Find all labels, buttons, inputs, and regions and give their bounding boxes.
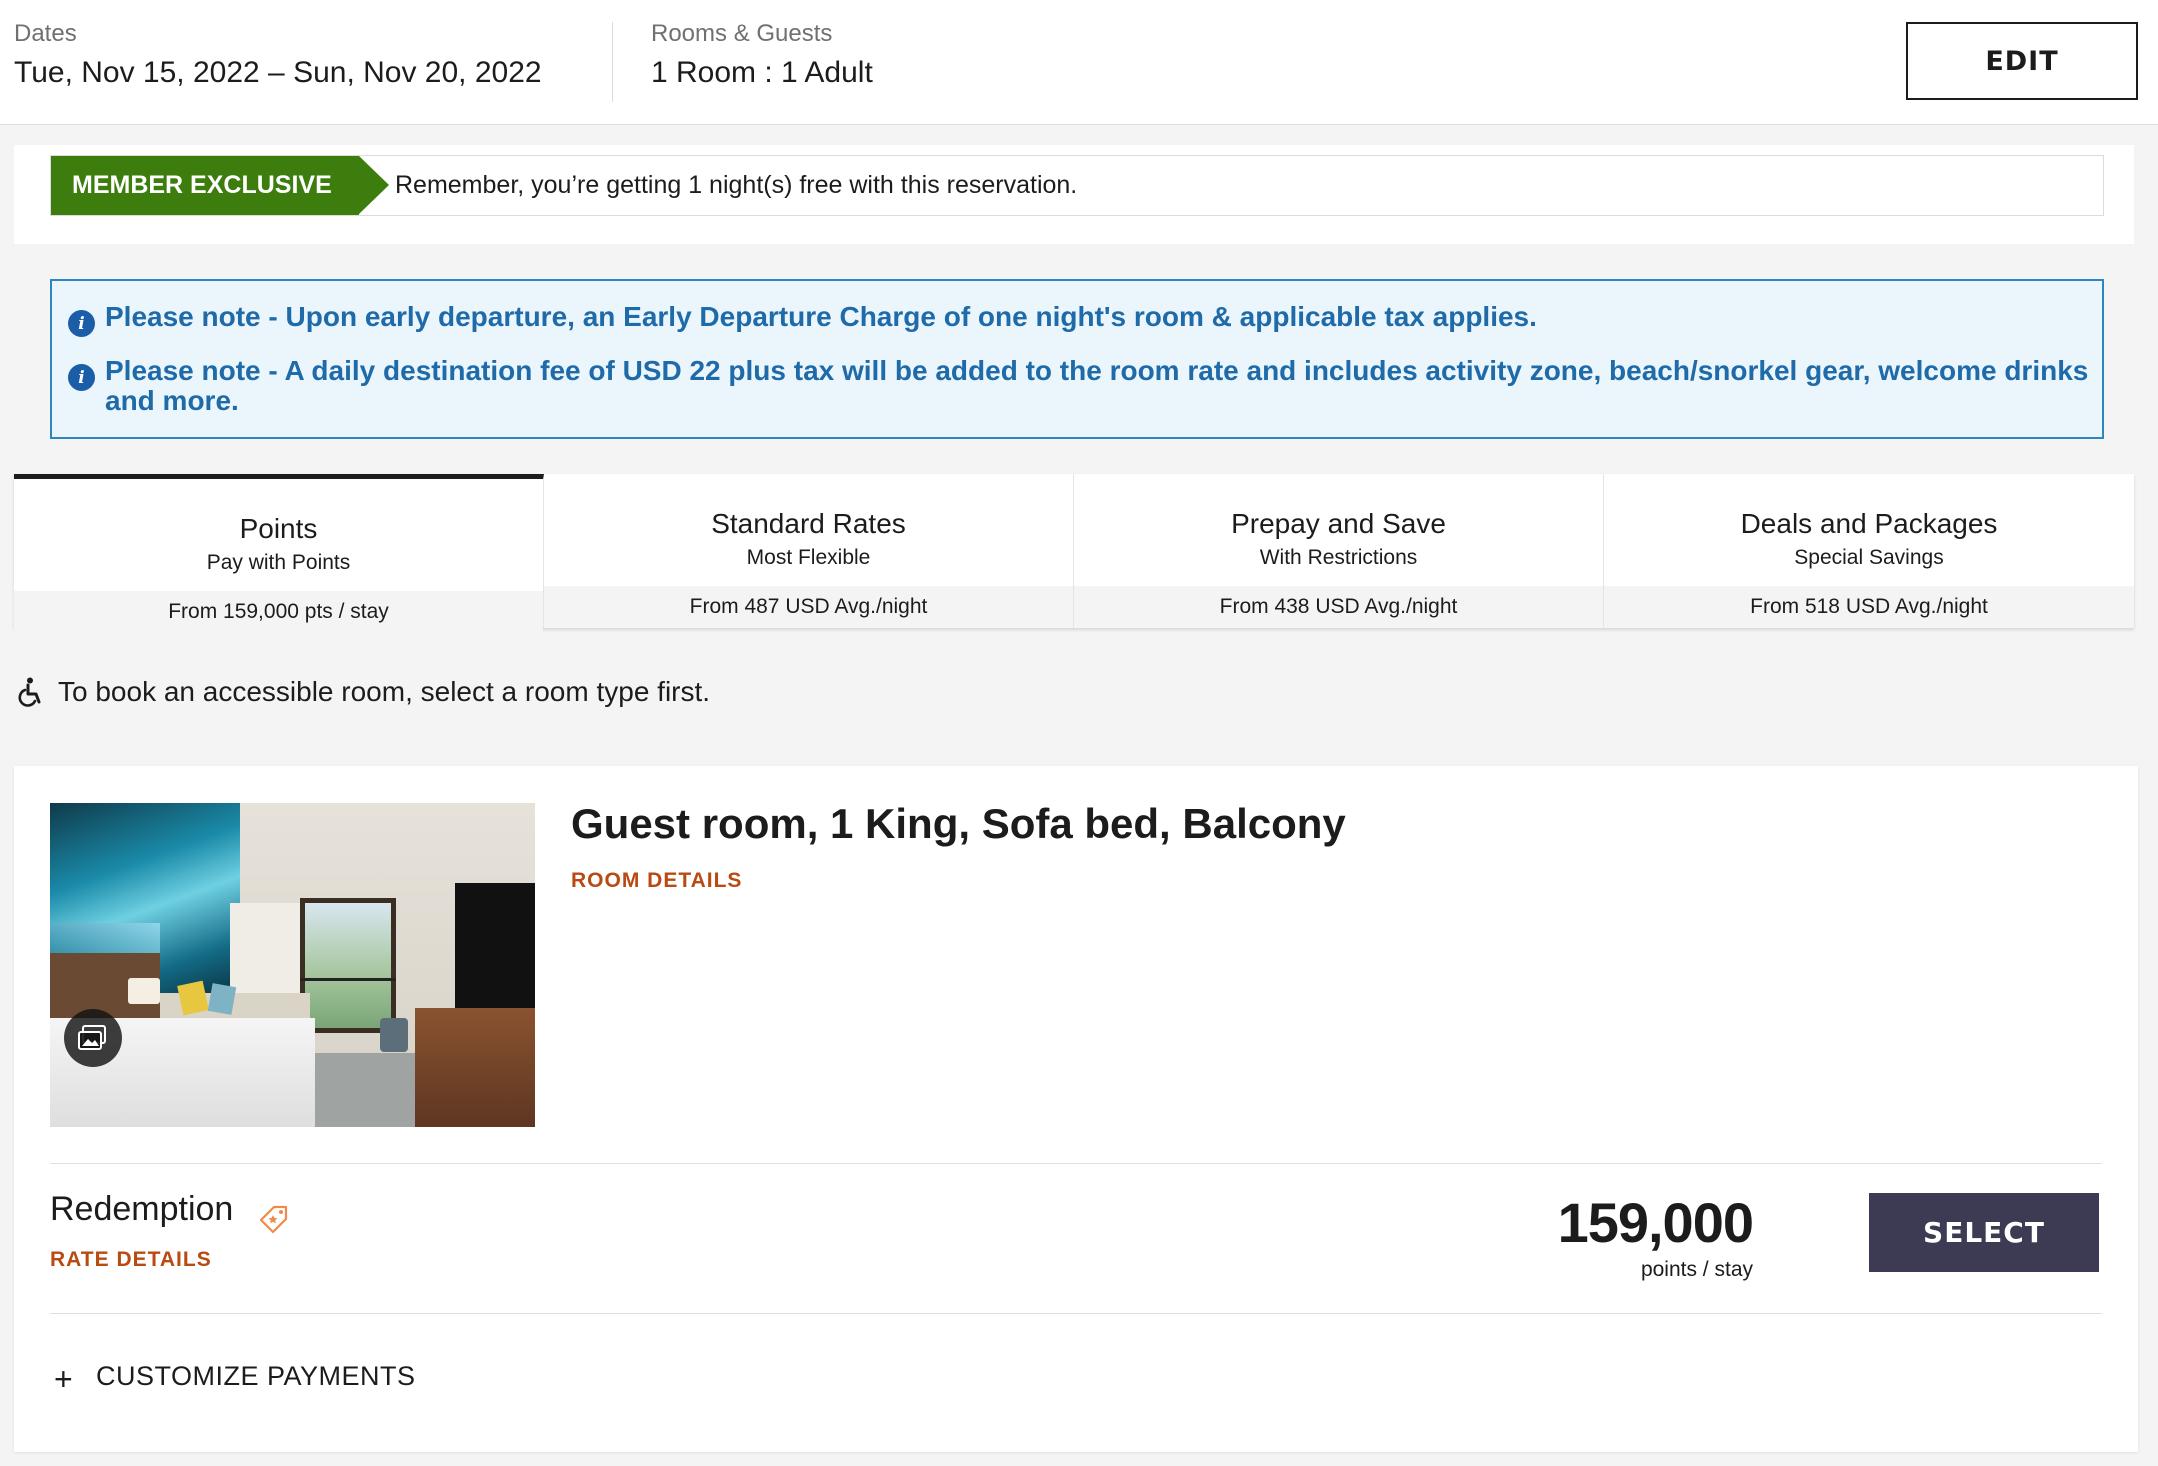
tab-prepay-and-save[interactable]: Prepay and Save With Restrictions From 4… (1074, 474, 1604, 628)
select-button[interactable]: SELECT (1869, 1193, 2099, 1272)
tab-points[interactable]: Points Pay with Points From 159,000 pts … (14, 474, 544, 633)
tab-header: Deals and Packages Special Savings (1604, 474, 2134, 586)
info-icon: i (68, 364, 95, 391)
photo-window (300, 898, 396, 1033)
edit-search-button[interactable]: EDIT (1906, 22, 2138, 100)
tab-standard-rates[interactable]: Standard Rates Most Flexible From 487 US… (544, 474, 1074, 628)
rate-name: Redemption (50, 1190, 234, 1228)
info-icon: i (68, 310, 95, 337)
room-title: Guest room, 1 King, Sofa bed, Balcony (571, 800, 1346, 847)
rate-details-link[interactable]: RATE DETAILS (50, 1248, 212, 1272)
tab-from-price: From 518 USD Avg./night (1604, 586, 2134, 628)
tab-subtitle: Special Savings (1794, 546, 1944, 569)
property-notes: i Please note - Upon early departure, an… (50, 279, 2104, 439)
room-card: Guest room, 1 King, Sofa bed, Balcony RO… (14, 766, 2138, 1452)
rooms-guests-label: Rooms & Guests (651, 20, 833, 47)
tab-from-price: From 438 USD Avg./night (1074, 586, 1603, 628)
note-early-departure: i Please note - Upon early departure, an… (68, 302, 2095, 337)
card-divider (50, 1313, 2102, 1314)
tab-subtitle: Pay with Points (206, 551, 351, 574)
customize-payments-label: CUSTOMIZE PAYMENTS (96, 1360, 416, 1391)
tag-icon (259, 1205, 288, 1234)
wheelchair-icon (18, 677, 41, 707)
member-banner: MEMBER EXCLUSIVE Remember, you’re gettin… (50, 155, 2104, 216)
tab-header: Prepay and Save With Restrictions (1074, 474, 1603, 586)
dates-value: Tue, Nov 15, 2022 – Sun, Nov 20, 2022 (14, 56, 542, 89)
points-unit: points / stay (1640, 1258, 1753, 1281)
search-summary-bar: Dates Tue, Nov 15, 2022 – Sun, Nov 20, 2… (0, 0, 2158, 125)
gallery-button[interactable] (64, 1009, 122, 1067)
room-details-link[interactable]: ROOM DETAILS (571, 869, 742, 893)
tab-title: Prepay and Save (1231, 508, 1446, 539)
accessible-note-text: To book an accessible room, select a roo… (58, 676, 711, 707)
header-divider (612, 22, 613, 102)
customize-payments-toggle[interactable]: + CUSTOMIZE PAYMENTS (54, 1358, 416, 1397)
tab-deals-and-packages[interactable]: Deals and Packages Special Savings From … (1604, 474, 2134, 628)
card-divider (50, 1163, 2102, 1164)
photo-lamp (128, 978, 160, 1004)
note-text: Please note - Upon early departure, an E… (105, 301, 1537, 332)
photo-pillow (207, 983, 237, 1015)
photo-floor (310, 1053, 415, 1127)
tab-header: Points Pay with Points (14, 479, 543, 591)
accessible-room-note: To book an accessible room, select a roo… (18, 676, 710, 708)
note-destination-fee: i Please note - A daily destination fee … (68, 356, 2095, 416)
tab-title: Standard Rates (711, 508, 906, 539)
tab-subtitle: With Restrictions (1259, 546, 1418, 569)
tab-subtitle: Most Flexible (746, 546, 871, 569)
note-text: Please note - A daily destination fee of… (105, 355, 2089, 416)
member-exclusive-tag: MEMBER EXCLUSIVE (51, 156, 359, 215)
points-price: 159,000 (1557, 1191, 1754, 1254)
plus-icon: + (54, 1361, 73, 1397)
photo-tv (455, 883, 535, 1013)
room-photo[interactable] (50, 803, 535, 1127)
rate-tabs: Points Pay with Points From 159,000 pts … (14, 474, 2134, 633)
member-banner-message: Remember, you’re getting 1 night(s) free… (395, 171, 1078, 199)
tab-title: Points (239, 513, 318, 544)
tab-from-price: From 159,000 pts / stay (14, 591, 543, 633)
rooms-guests-value: 1 Room : 1 Adult (651, 56, 873, 89)
dates-label: Dates (14, 20, 77, 47)
tab-header: Standard Rates Most Flexible (544, 474, 1073, 586)
photo-balcony-rail (300, 978, 396, 981)
gallery-icon (78, 1025, 106, 1050)
tab-from-price: From 487 USD Avg./night (544, 586, 1073, 628)
photo-dresser (415, 1008, 535, 1127)
member-tag-arrow (359, 156, 389, 214)
photo-chair (380, 1018, 408, 1052)
tab-title: Deals and Packages (1740, 508, 1998, 539)
member-banner-container: MEMBER EXCLUSIVE Remember, you’re gettin… (14, 145, 2134, 244)
